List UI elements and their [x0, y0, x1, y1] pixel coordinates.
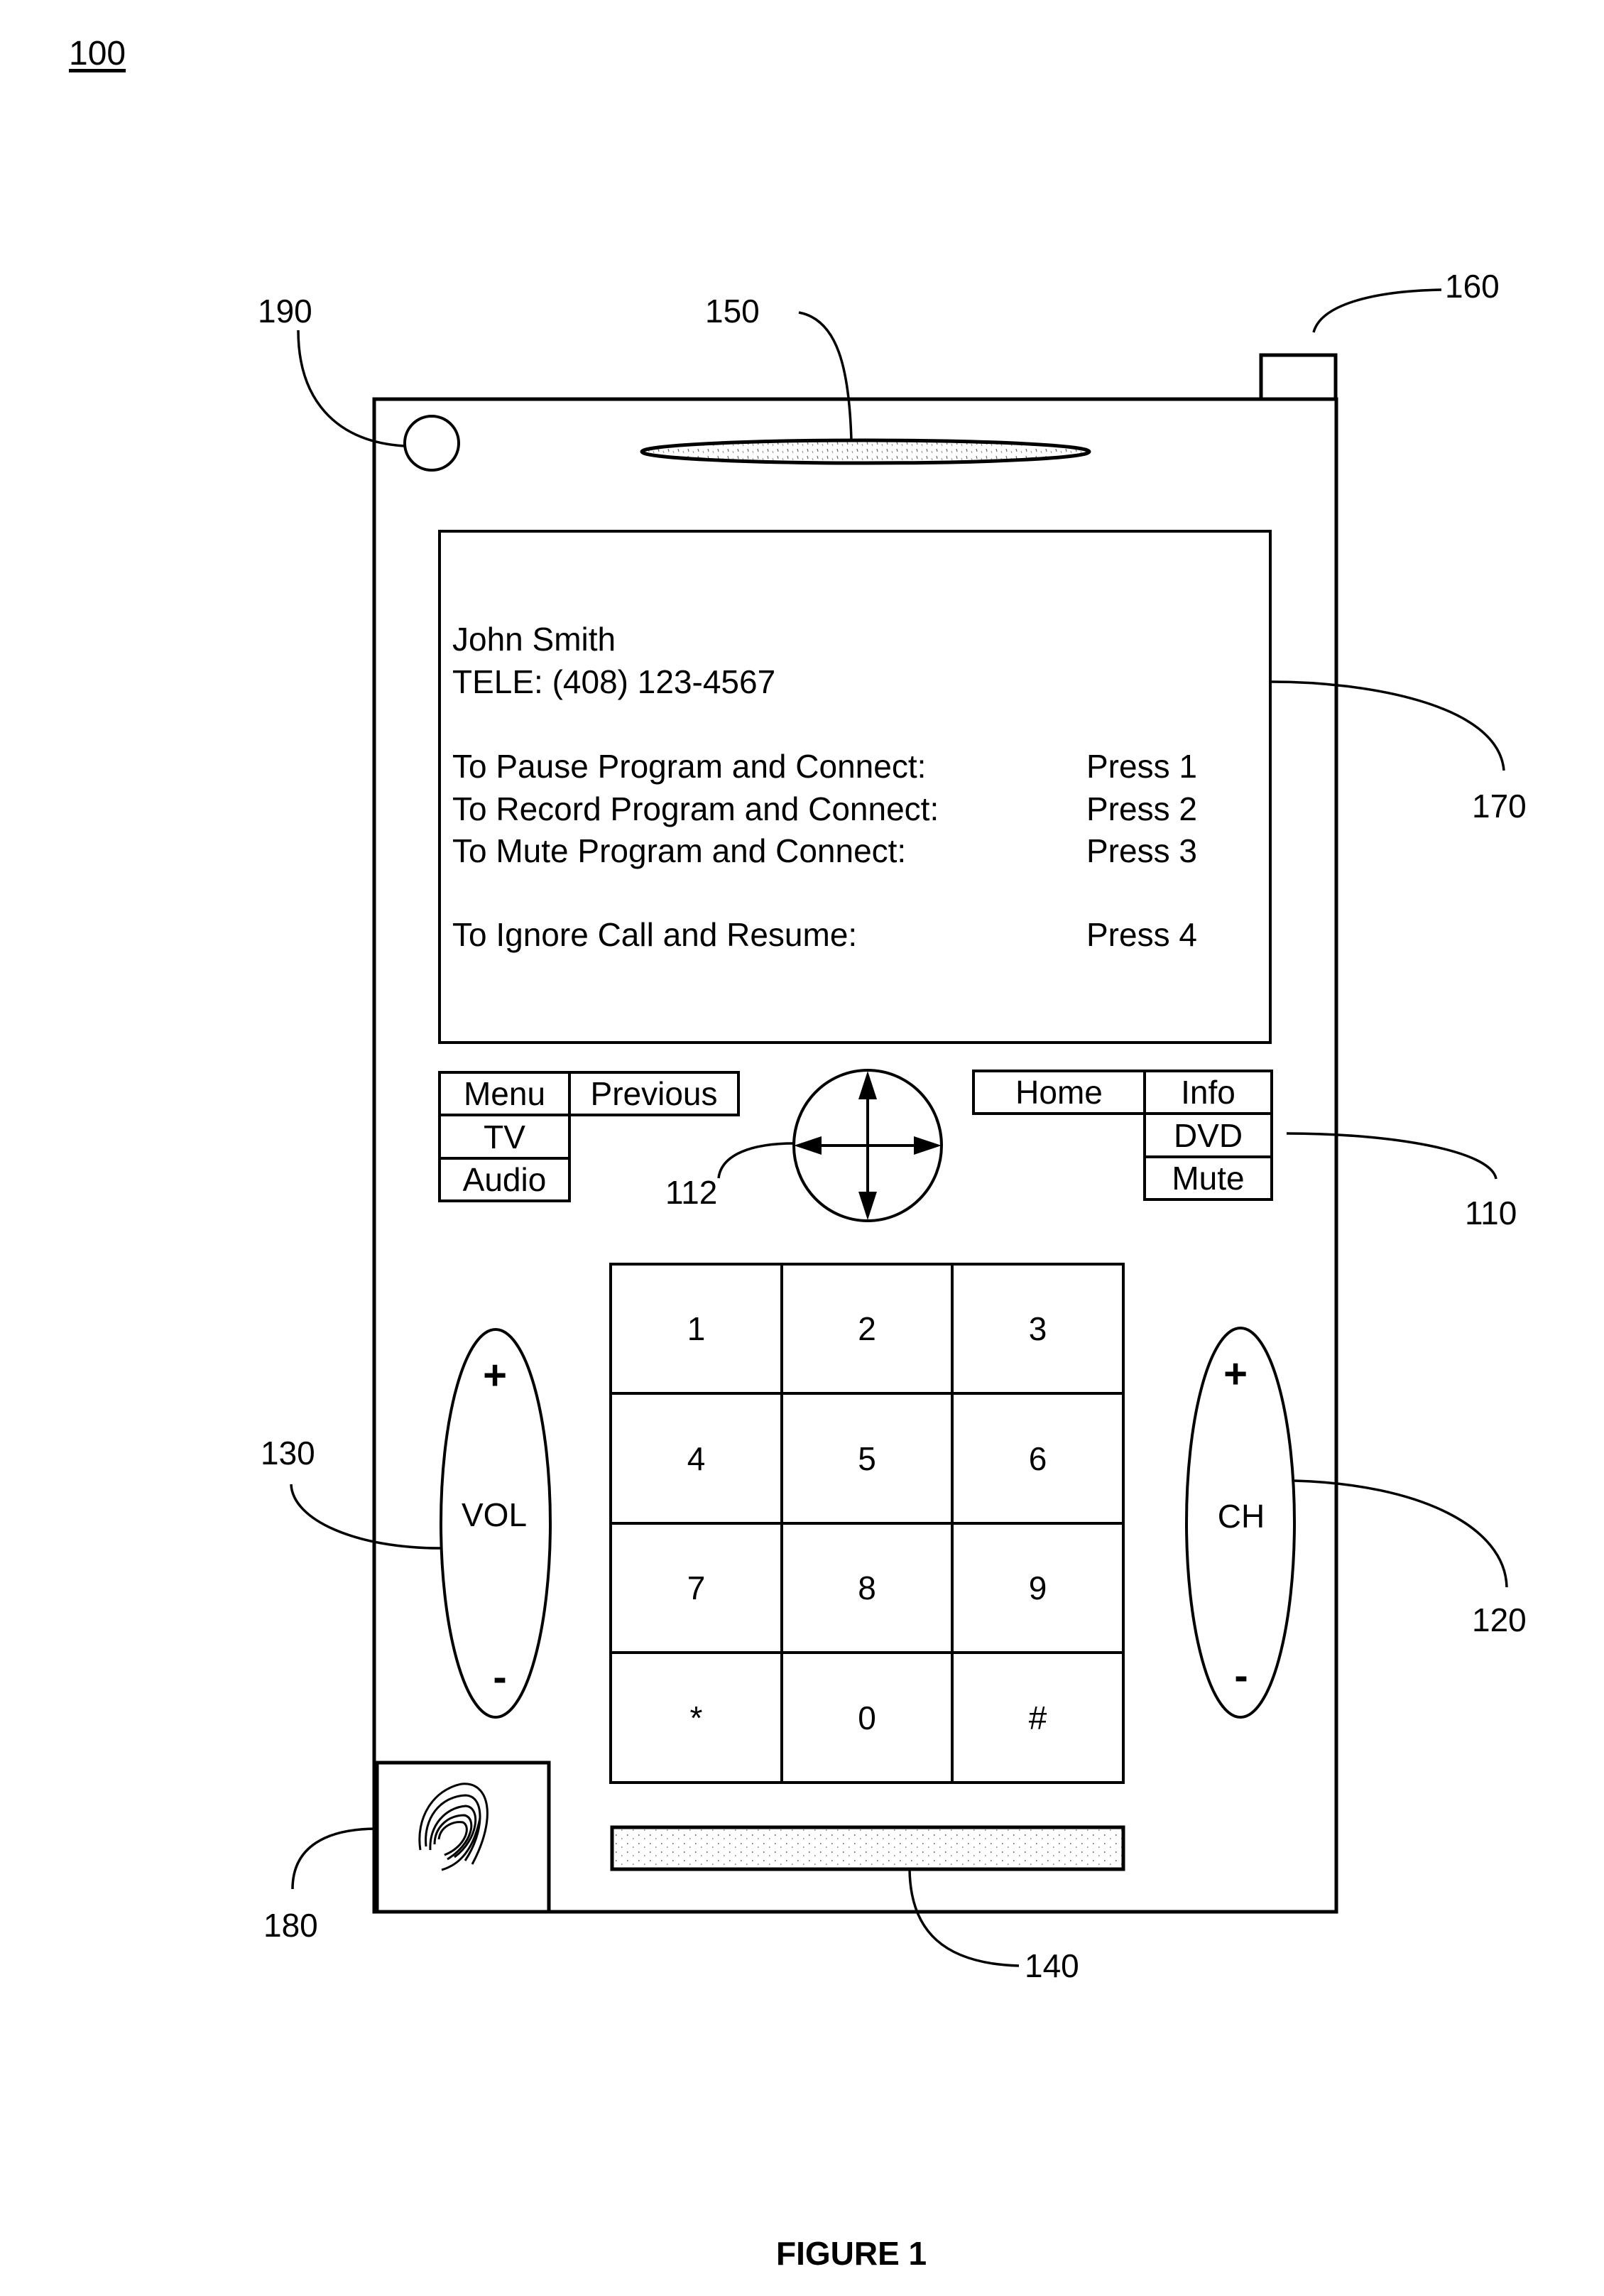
- leader-120: [1294, 1479, 1508, 1588]
- info-button[interactable]: Info: [1143, 1070, 1273, 1115]
- channel-label: CH: [1217, 1498, 1265, 1535]
- leader-150: [798, 311, 853, 441]
- keypad-key-1[interactable]: 1: [611, 1264, 782, 1393]
- option-text: To Mute Program and Connect:: [452, 832, 907, 869]
- ref-display: 170: [1472, 788, 1527, 825]
- ref-speaker: 150: [705, 293, 760, 330]
- keypad-key-6[interactable]: 6: [952, 1393, 1123, 1523]
- leader-160: [1312, 288, 1442, 333]
- keypad-key-5[interactable]: 5: [782, 1393, 952, 1523]
- option-text: To Pause Program and Connect:: [452, 748, 927, 785]
- circle-sensor-icon: [403, 415, 460, 472]
- keypad-key-star[interactable]: *: [611, 1653, 782, 1783]
- keypad-key-hash[interactable]: #: [952, 1653, 1123, 1783]
- ref-sensor: 190: [258, 293, 312, 330]
- option-action: Press 1: [1086, 748, 1197, 785]
- menu-button[interactable]: Menu: [438, 1071, 571, 1116]
- dvd-button[interactable]: DVD: [1143, 1112, 1273, 1158]
- ref-fingerprint-reader: 180: [263, 1907, 318, 1944]
- figure-caption: FIGURE 1: [776, 2235, 927, 2272]
- leader-190: [297, 330, 405, 447]
- mute-button[interactable]: Mute: [1143, 1155, 1273, 1201]
- audio-button[interactable]: Audio: [438, 1157, 571, 1202]
- volume-label: VOL: [461, 1496, 528, 1533]
- leader-140: [908, 1868, 1020, 1967]
- leader-170: [1271, 680, 1505, 771]
- ref-strip: 140: [1025, 1947, 1079, 1984]
- volume-up-button[interactable]: +: [483, 1355, 507, 1396]
- ref-volume-control: 130: [261, 1435, 315, 1471]
- leader-180: [291, 1827, 378, 1890]
- speaker-grille-icon: [640, 438, 1091, 465]
- fingerprint-reader[interactable]: [375, 1761, 551, 1914]
- patent-drawing: [290, 288, 1508, 1967]
- caller-phone: TELE: (408) 123-4567: [452, 663, 776, 700]
- volume-down-button[interactable]: -: [493, 1657, 506, 1698]
- caller-name: John Smith: [452, 621, 616, 658]
- keypad-key-0[interactable]: 0: [782, 1653, 952, 1783]
- four-way-arrow-icon[interactable]: [792, 1069, 943, 1222]
- option-text: To Record Program and Connect:: [452, 790, 939, 827]
- keypad-key-3[interactable]: 3: [952, 1264, 1123, 1393]
- ref-antenna: 160: [1445, 268, 1500, 305]
- keypad-key-8[interactable]: 8: [782, 1523, 952, 1653]
- home-button[interactable]: Home: [972, 1070, 1146, 1115]
- leader-130: [290, 1484, 442, 1550]
- display-screen: John Smith TELE: (408) 123-4567 To Pause…: [438, 530, 1272, 1044]
- tv-button[interactable]: TV: [438, 1114, 571, 1160]
- leader-110: [1286, 1132, 1497, 1180]
- channel-up-button[interactable]: +: [1223, 1354, 1248, 1395]
- option-action: Press 3: [1086, 832, 1197, 869]
- ref-navigation-pad: 112: [665, 1174, 718, 1211]
- keypad-key-2[interactable]: 2: [782, 1264, 952, 1393]
- strip: [610, 1825, 1125, 1871]
- ref-function-buttons: 110: [1465, 1195, 1517, 1231]
- leader-112: [717, 1142, 795, 1179]
- option-action: Press 4: [1086, 916, 1197, 953]
- keypad-key-4[interactable]: 4: [611, 1393, 782, 1523]
- keypad-key-7[interactable]: 7: [611, 1523, 782, 1653]
- fingerprint-icon: [418, 1783, 489, 1871]
- option-text: To Ignore Call and Resume:: [452, 916, 858, 953]
- antenna: [1259, 353, 1338, 401]
- figure-number: 100: [69, 35, 126, 72]
- previous-button[interactable]: Previous: [568, 1071, 740, 1116]
- ref-channel-control: 120: [1472, 1601, 1527, 1638]
- keypad-key-9[interactable]: 9: [952, 1523, 1123, 1653]
- option-action: Press 2: [1086, 790, 1197, 827]
- channel-down-button[interactable]: -: [1234, 1655, 1248, 1697]
